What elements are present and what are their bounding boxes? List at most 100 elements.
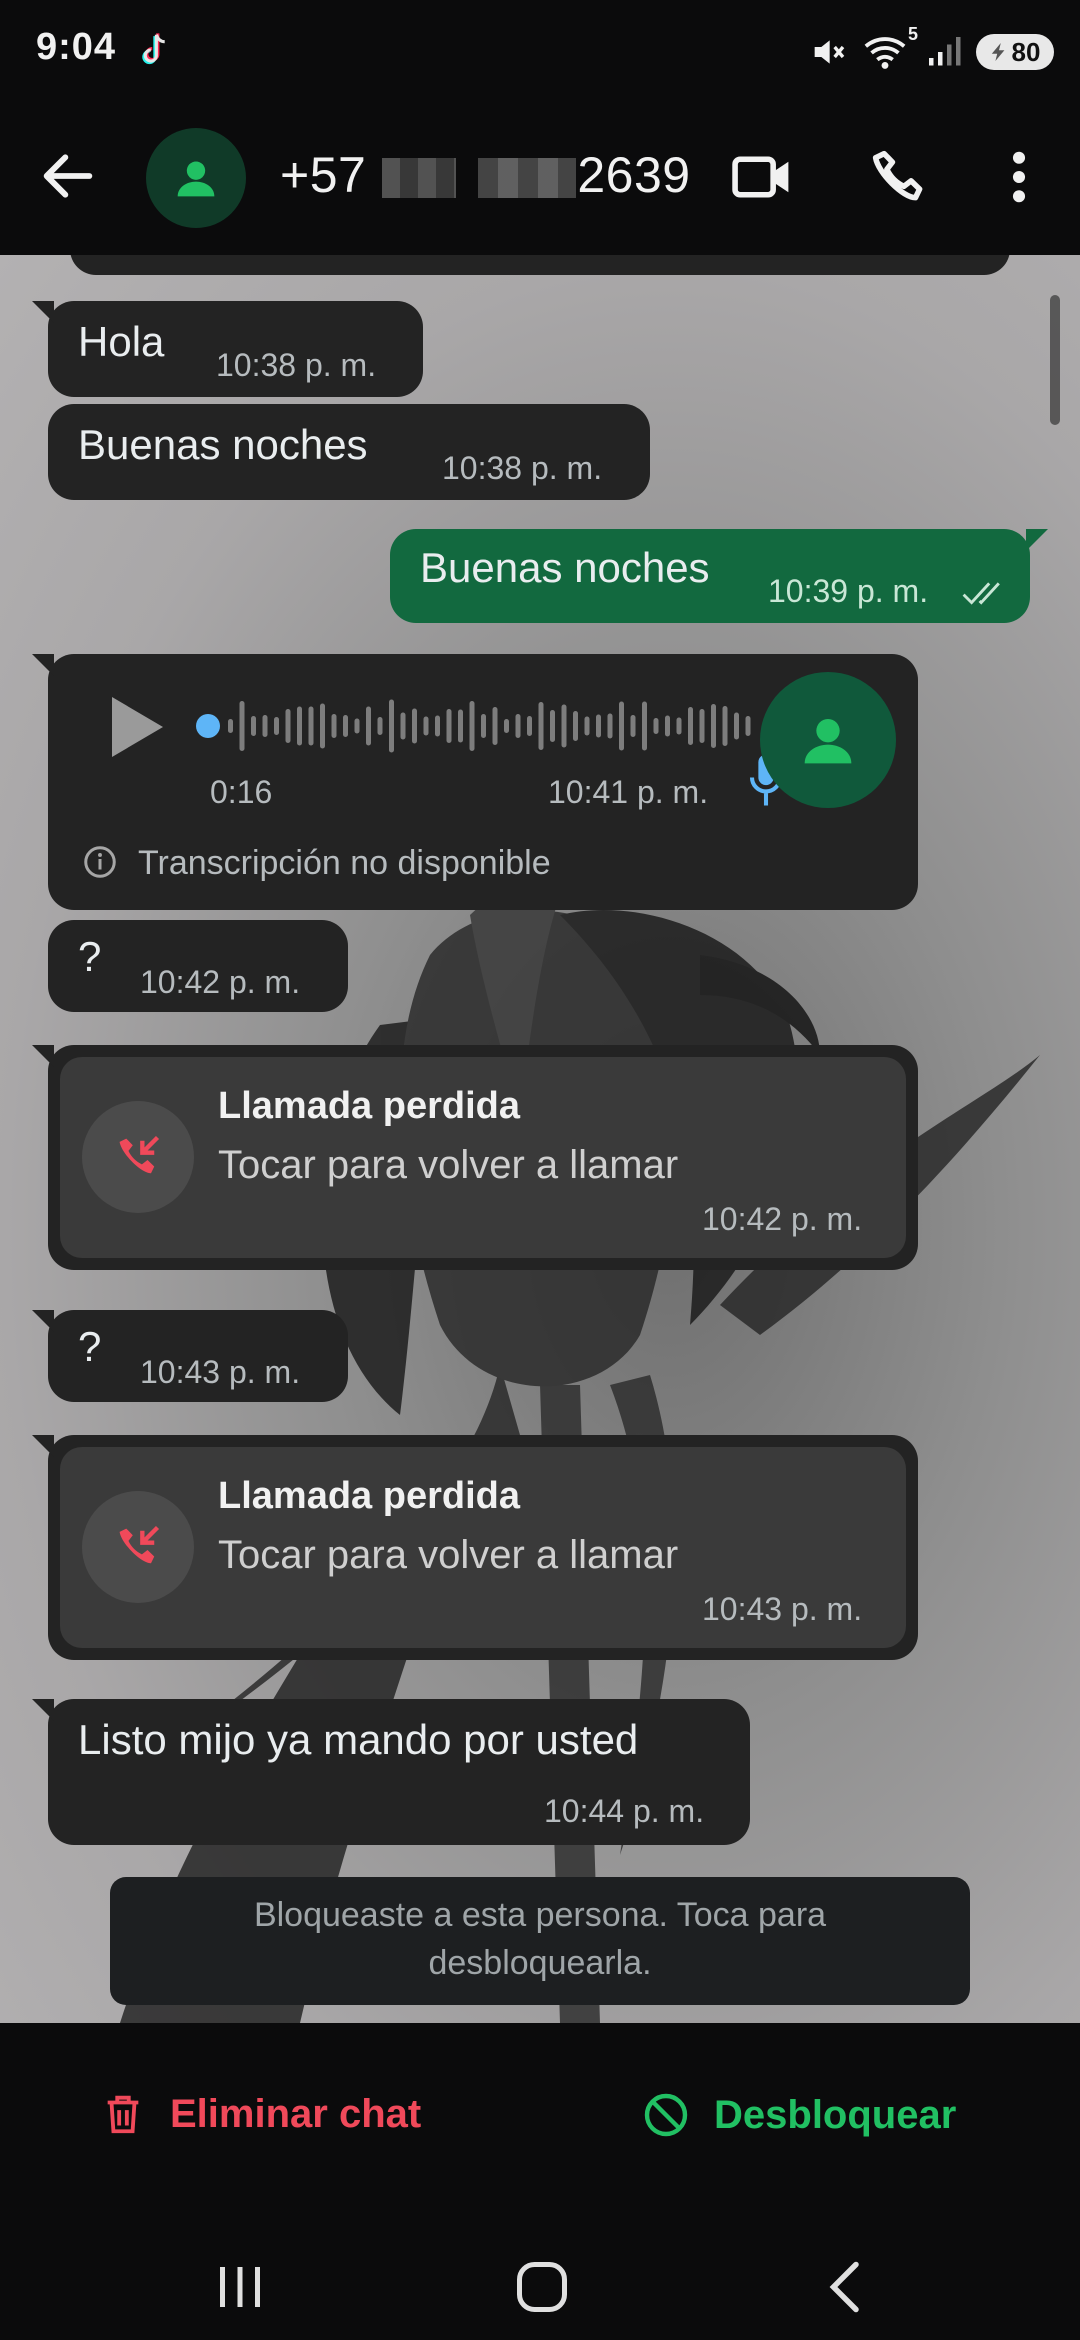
waveform-bar: [699, 709, 705, 743]
waveform-bar: [688, 707, 693, 745]
missed-call-icon-wrap: [82, 1491, 194, 1603]
call-subtitle: Tocar para volver a llamar: [218, 1533, 679, 1577]
back-arrow-icon[interactable]: [36, 144, 100, 208]
message-text: ?: [78, 933, 102, 980]
waveform-bar: [630, 715, 636, 737]
waveform-bar: [435, 715, 440, 737]
person-icon: [804, 719, 852, 764]
waveform-bar: [262, 715, 268, 737]
waveform-bar: [642, 701, 647, 751]
missed-call-bubble[interactable]: Llamada perdida Tocar para volver a llam…: [32, 1435, 918, 1660]
block-icon: [644, 2093, 688, 2137]
waveform-bar: [458, 709, 463, 743]
battery-level: 80: [1011, 36, 1041, 67]
waveform-bar: [481, 714, 486, 738]
home-icon[interactable]: [512, 2257, 572, 2317]
waveform-bar: [412, 708, 417, 744]
call-title: Llamada perdida: [218, 1085, 520, 1127]
scrollbar[interactable]: [1050, 295, 1060, 425]
missed-call-card[interactable]: Llamada perdida Tocar para volver a llam…: [60, 1447, 906, 1648]
video-call-icon[interactable]: [730, 144, 796, 210]
message-bubble-incoming[interactable]: ? 10:42 p. m.: [48, 920, 348, 1012]
message-bubble-incoming[interactable]: ? 10:43 p. m.: [32, 1310, 348, 1402]
network-type-label: 5: [907, 24, 918, 44]
waveform-bar: [446, 709, 452, 743]
trash-icon: [107, 2095, 139, 2134]
info-icon: [84, 846, 116, 878]
message-time: 10:43 p. m.: [702, 1591, 863, 1627]
waveform-bar: [285, 709, 291, 743]
status-time: 9:04: [36, 26, 117, 68]
transcription-status: Transcripción no disponible: [138, 844, 551, 882]
waveform-bar: [676, 717, 682, 735]
waveform-bar: [389, 699, 394, 753]
signal-icon: [929, 37, 961, 66]
redacted-digits: [382, 158, 456, 198]
redacted-digits: [478, 158, 576, 198]
waveform-bar: [538, 702, 544, 750]
blocked-action-bar: Eliminar chat Desbloquear: [0, 2023, 1080, 2213]
more-vert-icon[interactable]: [986, 144, 1052, 210]
phone-icon[interactable]: [866, 144, 932, 210]
message-time: 10:44 p. m.: [544, 1793, 705, 1829]
message-text: ?: [78, 1323, 102, 1370]
message-bubble-outgoing[interactable]: Buenas noches 10:39 p. m.: [390, 529, 1048, 623]
waveform-bar: [343, 715, 348, 737]
contact-prefix: +57: [280, 147, 367, 203]
waveform-bar: [504, 719, 509, 733]
waveform-bar: [354, 718, 360, 734]
contact-suffix: 2639: [577, 147, 691, 203]
chat-header: +57 2639: [0, 100, 1080, 255]
recents-icon[interactable]: [210, 2257, 270, 2317]
waveform-bar: [745, 716, 751, 736]
waveform-bar: [331, 714, 337, 738]
chat-area[interactable]: Hola 10:38 p. m. Buenas noches 10:38 p. …: [0, 255, 1080, 2023]
missed-call-icon-wrap: [82, 1101, 194, 1213]
message-text: Buenas noches: [78, 421, 368, 468]
waveform-bar: [228, 719, 233, 733]
message-bubble-partial: [70, 255, 1010, 275]
call-title: Llamada perdida: [218, 1475, 520, 1517]
message-bubble-incoming[interactable]: Buenas noches 10:38 p. m.: [48, 404, 650, 500]
waveform-bar: [320, 703, 325, 749]
wifi-icon: [864, 37, 906, 69]
avatar[interactable]: [146, 128, 246, 228]
playback-position-dot[interactable]: [196, 714, 220, 738]
message-time: 10:39 p. m.: [768, 573, 929, 609]
missed-call-icon: [119, 1525, 160, 1564]
waveform-bar: [515, 714, 521, 738]
unblock-label: Desbloquear: [714, 2092, 957, 2137]
audio-waveform[interactable]: [194, 694, 774, 758]
waveform-bar: [711, 704, 716, 748]
voice-duration: 0:16: [210, 774, 273, 810]
waveform-bar: [653, 718, 659, 734]
battery-indicator: 80: [976, 34, 1054, 70]
message-text: Hola: [78, 318, 165, 365]
waveform-bar: [297, 706, 302, 746]
voice-message-bubble[interactable]: 0:16 10:41 p. m. Transcripción no dispon…: [32, 654, 918, 910]
tiktok-icon: [142, 33, 165, 65]
delete-chat-button[interactable]: Eliminar chat: [100, 2091, 421, 2137]
waveform-bar: [308, 706, 314, 746]
message-bubble-incoming[interactable]: Hola 10:38 p. m.: [32, 301, 423, 397]
waveform-bar: [274, 717, 279, 735]
message-time: 10:42 p. m.: [140, 964, 301, 1000]
message-text: Buenas noches: [420, 544, 710, 591]
waveform-bar: [366, 706, 371, 746]
message-bubble-incoming[interactable]: Listo mijo ya mando por usted 10:44 p. m…: [32, 1699, 750, 1845]
unblock-button[interactable]: Desbloquear: [642, 2091, 956, 2139]
missed-call-bubble[interactable]: Llamada perdida Tocar para volver a llam…: [32, 1045, 918, 1270]
mute-icon: [814, 40, 845, 64]
waveform-bar: [239, 701, 245, 751]
delete-chat-label: Eliminar chat: [170, 2091, 422, 2136]
message-time: 10:42 p. m.: [702, 1201, 863, 1237]
waveform-bar: [527, 716, 532, 736]
missed-call-card[interactable]: Llamada perdida Tocar para volver a llam…: [60, 1057, 906, 1258]
play-icon[interactable]: [104, 694, 168, 760]
blocked-notice[interactable]: Bloqueaste a esta persona. Toca para des…: [110, 1877, 970, 2005]
system-nav-bar: [0, 2213, 1080, 2340]
waveform-bar: [619, 701, 624, 751]
waveform-bar: [734, 712, 739, 740]
nav-back-icon[interactable]: [816, 2257, 876, 2317]
waveform-bar: [251, 716, 256, 736]
